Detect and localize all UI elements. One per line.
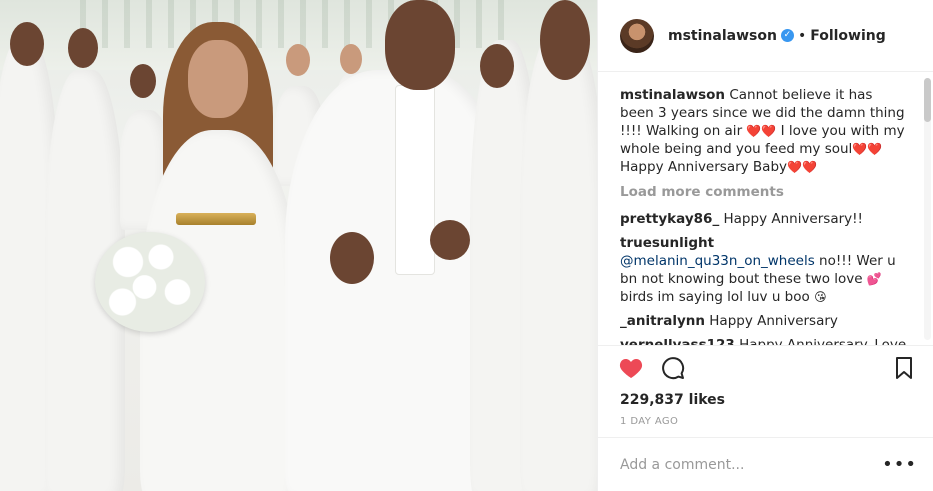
comments-list[interactable]: mstinalawson Cannot believe it has been …: [598, 72, 933, 346]
guest-figure: [520, 30, 597, 491]
comment-item: truesunlight @melanin_qu33n_on_wheels no…: [620, 234, 909, 306]
comment-item: vernellyass123 Happy Anniversary. Love: [620, 336, 909, 346]
joined-hands: [330, 232, 374, 284]
comment-icon[interactable]: [660, 355, 686, 381]
comment-text: birds im saying lol luv u boo: [620, 289, 815, 305]
comments-scrollbar[interactable]: [924, 78, 931, 340]
following-button[interactable]: Following: [810, 28, 886, 44]
username[interactable]: mstinalawson: [668, 28, 777, 44]
comment-username[interactable]: truesunlight: [620, 235, 714, 251]
action-bar: [598, 346, 933, 390]
guest-head: [340, 44, 362, 74]
post-header: mstinalawson ✓ • Following: [598, 0, 933, 72]
guest-head: [68, 28, 98, 68]
kiss-emoji: 😘: [814, 290, 827, 304]
scrollbar-thumb[interactable]: [924, 78, 931, 122]
comment-item: _anitralynn Happy Anniversary: [620, 312, 909, 330]
caption-username[interactable]: mstinalawson: [620, 87, 725, 103]
verified-badge-icon: ✓: [780, 29, 794, 42]
comment-input[interactable]: [620, 456, 883, 473]
bride-belt: [176, 213, 256, 225]
hearts-emoji: ❤️❤️: [787, 160, 817, 174]
comment-username[interactable]: _anitralynn: [620, 313, 705, 329]
bridal-bouquet: [95, 232, 205, 332]
bookmark-icon[interactable]: [891, 355, 917, 381]
comment-mention-link[interactable]: @melanin_qu33n_on_wheels: [620, 253, 815, 269]
separator-dot: •: [797, 27, 807, 44]
groom-shirt: [395, 85, 435, 275]
comment-username[interactable]: prettykay86_: [620, 211, 719, 227]
avatar[interactable]: [620, 18, 654, 53]
guest-head: [130, 64, 156, 98]
guest-head: [10, 22, 44, 66]
instagram-post: mstinalawson ✓ • Following mstinalawson …: [0, 0, 933, 491]
groom-head: [385, 0, 455, 90]
likes-count[interactable]: 229,837 likes: [598, 392, 933, 408]
timestamp[interactable]: 1 DAY AGO: [598, 416, 933, 427]
load-more-comments-button[interactable]: Load more comments: [620, 184, 909, 200]
caption: mstinalawson Cannot believe it has been …: [620, 86, 909, 176]
hearts-emoji: ❤️❤️: [746, 124, 777, 138]
comment-text: Happy Anniversary!!: [723, 211, 863, 227]
guest-head: [286, 44, 310, 76]
caption-text-3: Happy Anniversary Baby: [620, 159, 788, 175]
guest-head: [480, 44, 514, 88]
two-hearts-emoji: 💕: [866, 272, 882, 286]
comment-text: Happy Anniversary. Love: [739, 337, 907, 346]
comment-item: prettykay86_ Happy Anniversary!!: [620, 210, 909, 228]
add-comment-row: •••: [598, 437, 933, 491]
heart-icon[interactable]: [618, 355, 644, 381]
post-photo[interactable]: [0, 0, 597, 491]
post-sidebar: mstinalawson ✓ • Following mstinalawson …: [597, 0, 933, 491]
hearts-emoji: ❤️❤️: [852, 142, 883, 156]
bride-head: [188, 40, 248, 118]
comment-text: Happy Anniversary: [709, 313, 838, 329]
more-options-button[interactable]: •••: [882, 454, 917, 475]
hand: [430, 220, 470, 260]
comment-username[interactable]: vernellyass123: [620, 337, 735, 345]
guest-head: [540, 0, 590, 80]
